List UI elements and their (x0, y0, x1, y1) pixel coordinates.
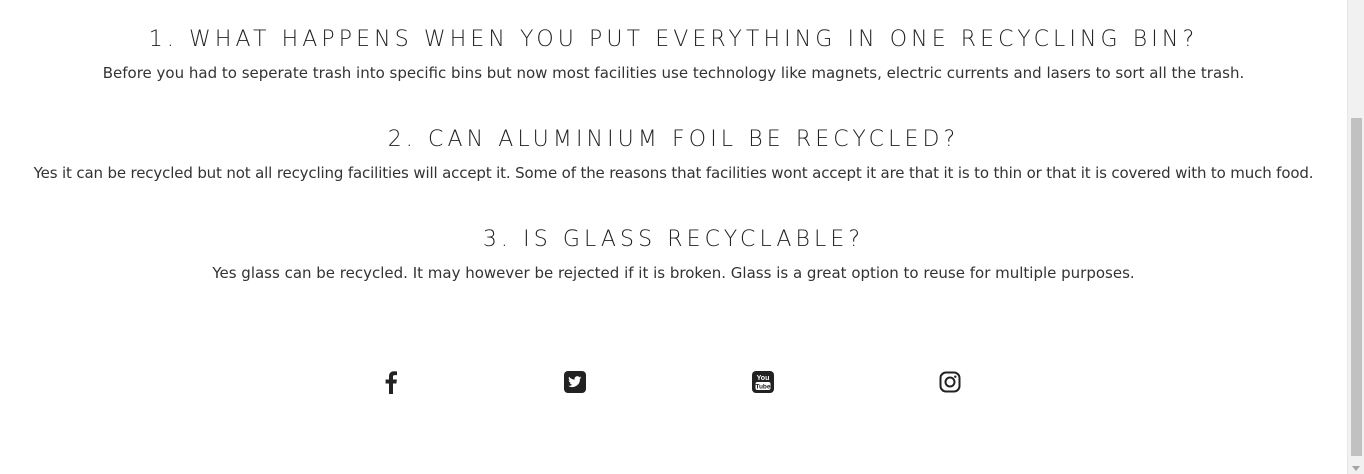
vertical-scrollbar[interactable] (1347, 0, 1364, 474)
facebook-icon (385, 371, 397, 394)
faq-question-aluminium: 2. CAN ALUMINIUM FOIL BE RECYCLED? (387, 127, 960, 152)
twitter-icon (564, 371, 586, 393)
faq-question-bin: 1. WHAT HAPPENS WHEN YOU PUT EVERYTHING … (148, 27, 1199, 52)
social-links: You Tube (0, 369, 1347, 397)
twitter-link[interactable] (562, 369, 588, 395)
youtube-label-bottom: Tube (755, 384, 770, 391)
faq-page: 1. WHAT HAPPENS WHEN YOU PUT EVERYTHING … (0, 0, 1347, 474)
youtube-icon: You Tube (752, 371, 774, 393)
faq-item-aluminium: 2. CAN ALUMINIUM FOIL BE RECYCLED? Yes i… (0, 125, 1347, 183)
scroll-down-arrow-icon[interactable] (1352, 466, 1360, 471)
faq-question-glass: 3. IS GLASS RECYCLABLE? (482, 227, 865, 252)
faq-answer-aluminium: Yes it can be recycled but not all recyc… (33, 164, 1314, 182)
facebook-link[interactable] (378, 369, 404, 395)
faq-item-glass: 3. IS GLASS RECYCLABLE? Yes glass can be… (0, 225, 1347, 283)
instagram-icon (939, 371, 961, 393)
faq-item-bin: 1. WHAT HAPPENS WHEN YOU PUT EVERYTHING … (0, 25, 1347, 83)
scrollbar-thumb[interactable] (1351, 118, 1362, 456)
youtube-link[interactable]: You Tube (750, 369, 776, 395)
youtube-label-top: You (757, 375, 770, 382)
faq-answer-glass: Yes glass can be recycled. It may howeve… (212, 264, 1135, 282)
instagram-link[interactable] (937, 369, 963, 395)
faq-answer-bin: Before you had to seperate trash into sp… (102, 64, 1245, 82)
